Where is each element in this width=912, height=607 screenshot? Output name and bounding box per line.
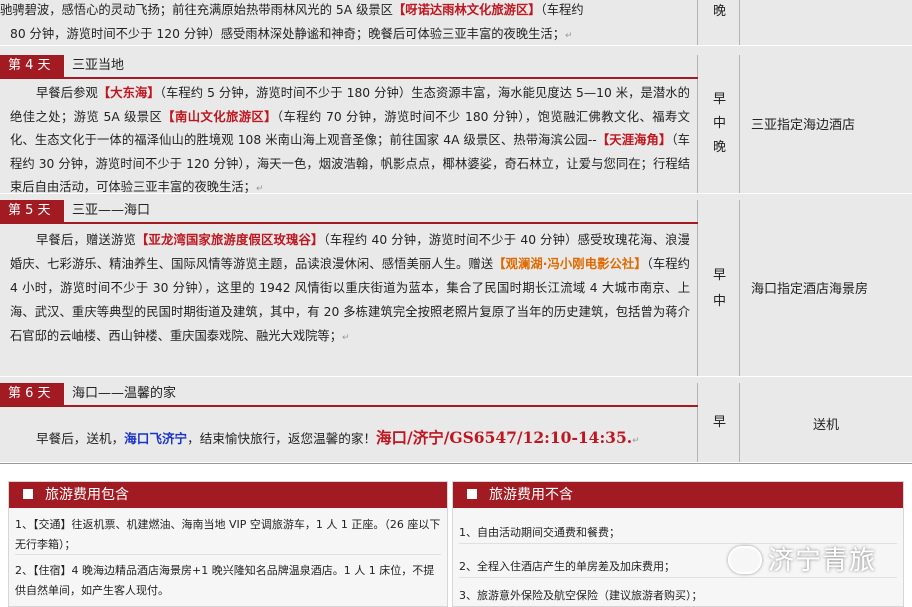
- day-6-meals: 早: [699, 383, 740, 462]
- day-6-text-a: 早餐后，送机，: [36, 431, 125, 446]
- day-6-row: 第 6 天 海口——温馨的家 早餐后，送机，海口飞济宁，结束愉快旅行，返您温馨的…: [0, 383, 912, 463]
- square-bullet-icon: [23, 489, 33, 499]
- fee-exclude-title: 旅游费用不含: [489, 487, 573, 503]
- day-5-highlight-1: 【亚龙湾国家旅游度假区玫瑰谷】: [136, 233, 324, 247]
- fee-include-item: 2、【住宿】4 晚海边精品酒店海景房+1 晚兴隆知名品牌温泉酒店。1 人 1 床…: [15, 564, 435, 597]
- day-4-highlight-2: 【南山文化旅游区】: [162, 109, 277, 124]
- meal-breakfast: 早: [712, 415, 726, 430]
- day-6-header: 第 6 天 海口——温馨的家: [0, 383, 698, 407]
- day-4-highlight-3: 【天涯海角】: [596, 133, 672, 147]
- fee-exclude-header: 旅游费用不含: [453, 482, 903, 508]
- day-5-hotel: 海口指定酒店海景房: [741, 200, 912, 376]
- paragraph-mark-icon: ↵: [565, 30, 573, 41]
- section-divider: [0, 463, 912, 471]
- day-4-hotel: 三亚指定海边酒店: [741, 55, 912, 193]
- paragraph-mark-icon: ↵: [632, 436, 640, 446]
- day-6-route: 海口飞济宁: [124, 431, 188, 446]
- day-4-badge: 第 4 天: [0, 55, 64, 77]
- fee-include-item: 1、【交通】往返机票、机建燃油、海南当地 VIP 空调旅游车，1 人 1 正座。…: [15, 515, 441, 555]
- day-3-meals: 晚: [699, 0, 740, 45]
- day-5-badge: 第 5 天: [0, 200, 64, 222]
- day-5-content: 第 5 天 三亚——海口 早餐后，赠送游览【亚龙湾国家旅游度假区玫瑰谷】（车程约…: [0, 200, 698, 376]
- fee-include-header: 旅游费用包含: [9, 482, 447, 508]
- day-6-paragraph: 早餐后，送机，海口飞济宁，结束愉快旅行，返您温馨的家！海口/济宁/GS6547/…: [10, 425, 690, 454]
- day-4-header: 第 4 天 三亚当地: [0, 55, 698, 79]
- day-5-highlight-2: 【观澜湖·冯小刚电影公社】: [493, 257, 647, 271]
- day-6-content: 第 6 天 海口——温馨的家 早餐后，送机，海口飞济宁，结束愉快旅行，返您温馨的…: [0, 383, 698, 462]
- hotel-name: 送机: [813, 418, 840, 433]
- day-6-title: 海口——温馨的家: [72, 386, 177, 401]
- day-4-highlight-1: 【大东海】: [97, 86, 160, 100]
- day-5-title: 三亚——海口: [72, 203, 151, 218]
- day-6-flight-info: 海口/济宁/GS6547/12:10-14:35.: [376, 428, 633, 447]
- day-4-text-a: 早餐后参观: [36, 86, 98, 100]
- meal-dinner: 晚: [712, 140, 726, 155]
- day-4-content: 第 4 天 三亚当地 早餐后参观【大东海】（车程约 5 分钟，游览时间不少于 1…: [0, 55, 698, 194]
- fee-include-title: 旅游费用包含: [45, 487, 129, 503]
- hotel-name: 三亚指定海边酒店: [751, 118, 856, 133]
- day-6-hotel: 送机: [741, 383, 912, 462]
- meal-breakfast: 早: [712, 268, 726, 283]
- day-4-paragraph: 早餐后参观【大东海】（车程约 5 分钟，游览时间不少于 180 分钟）生态资源丰…: [10, 82, 690, 202]
- day-3-text-c: 80 分钟，游览时间不少于 120 分钟）感受雨林深处静谧和神奇；晚餐后可体验三…: [10, 26, 566, 41]
- day-3-highlight: 【呀诺达雨林文化旅游区】: [392, 3, 541, 17]
- day-4-title: 三亚当地: [72, 58, 125, 73]
- watermark-text: 济宁青旅: [768, 546, 877, 576]
- itinerary-table: 驰骋碧波，感悟心的灵动飞扬；前往充满原始热带雨林风光的 5A 级景区【呀诺达雨林…: [0, 0, 912, 463]
- day-5-header: 第 5 天 三亚——海口: [0, 200, 698, 224]
- day-3-hotel: [741, 0, 912, 45]
- day-3-text-b: （车程约: [540, 3, 584, 17]
- meal-breakfast: 早: [712, 92, 726, 107]
- meal-dinner: 晚: [712, 4, 726, 19]
- meal-lunch: 中: [712, 294, 726, 309]
- day-5-text-a: 早餐后，赠送游览: [36, 233, 137, 247]
- day-3-paragraph: 驰骋碧波，感悟心的灵动飞扬；前往充满原始热带雨林风光的 5A 级景区【呀诺达雨林…: [0, 0, 690, 48]
- meal-lunch: 中: [712, 116, 726, 131]
- fee-section: 旅游费用包含 1、【交通】往返机票、机建燃油、海南当地 VIP 空调旅游车，1 …: [0, 471, 912, 607]
- paragraph-mark-icon: ↵: [255, 184, 264, 194]
- wechat-icon: [728, 546, 762, 574]
- day-3-content: 驰骋碧波，感悟心的灵动飞扬；前往充满原始热带雨林风光的 5A 级景区【呀诺达雨林…: [0, 0, 698, 45]
- day-5-row: 第 5 天 三亚——海口 早餐后，赠送游览【亚龙湾国家旅游度假区玫瑰谷】（车程约…: [0, 200, 912, 377]
- watermark: 济宁青旅: [728, 540, 876, 577]
- square-bullet-icon: [467, 489, 477, 499]
- day-4-meals: 早 中 晚: [699, 55, 740, 193]
- day-3-text-a: 驰骋碧波，感悟心的灵动飞扬；前往充满原始热带雨林风光的 5A 级景区: [0, 3, 393, 17]
- day-6-badge: 第 6 天: [0, 383, 64, 405]
- day-3-row: 驰骋碧波，感悟心的灵动飞扬；前往充满原始热带雨林风光的 5A 级景区【呀诺达雨林…: [0, 0, 912, 46]
- fee-include-box: 旅游费用包含 1、【交通】往返机票、机建燃油、海南当地 VIP 空调旅游车，1 …: [8, 481, 448, 607]
- paragraph-mark-icon: ↵: [342, 333, 350, 343]
- fee-exclude-item: 3、旅游意外保险及航空保险（建议旅游者购买）；: [459, 589, 703, 602]
- day-6-text-b: ，结束愉快旅行，返您温馨的家！: [187, 431, 377, 446]
- day-5-paragraph: 早餐后，赠送游览【亚龙湾国家旅游度假区玫瑰谷】（车程约 40 分钟，游览时间不少…: [10, 228, 690, 350]
- day-4-row: 第 4 天 三亚当地 早餐后参观【大东海】（车程约 5 分钟，游览时间不少于 1…: [0, 55, 912, 194]
- day-5-meals: 早 中: [699, 200, 740, 376]
- hotel-name: 海口指定酒店海景房: [751, 282, 869, 297]
